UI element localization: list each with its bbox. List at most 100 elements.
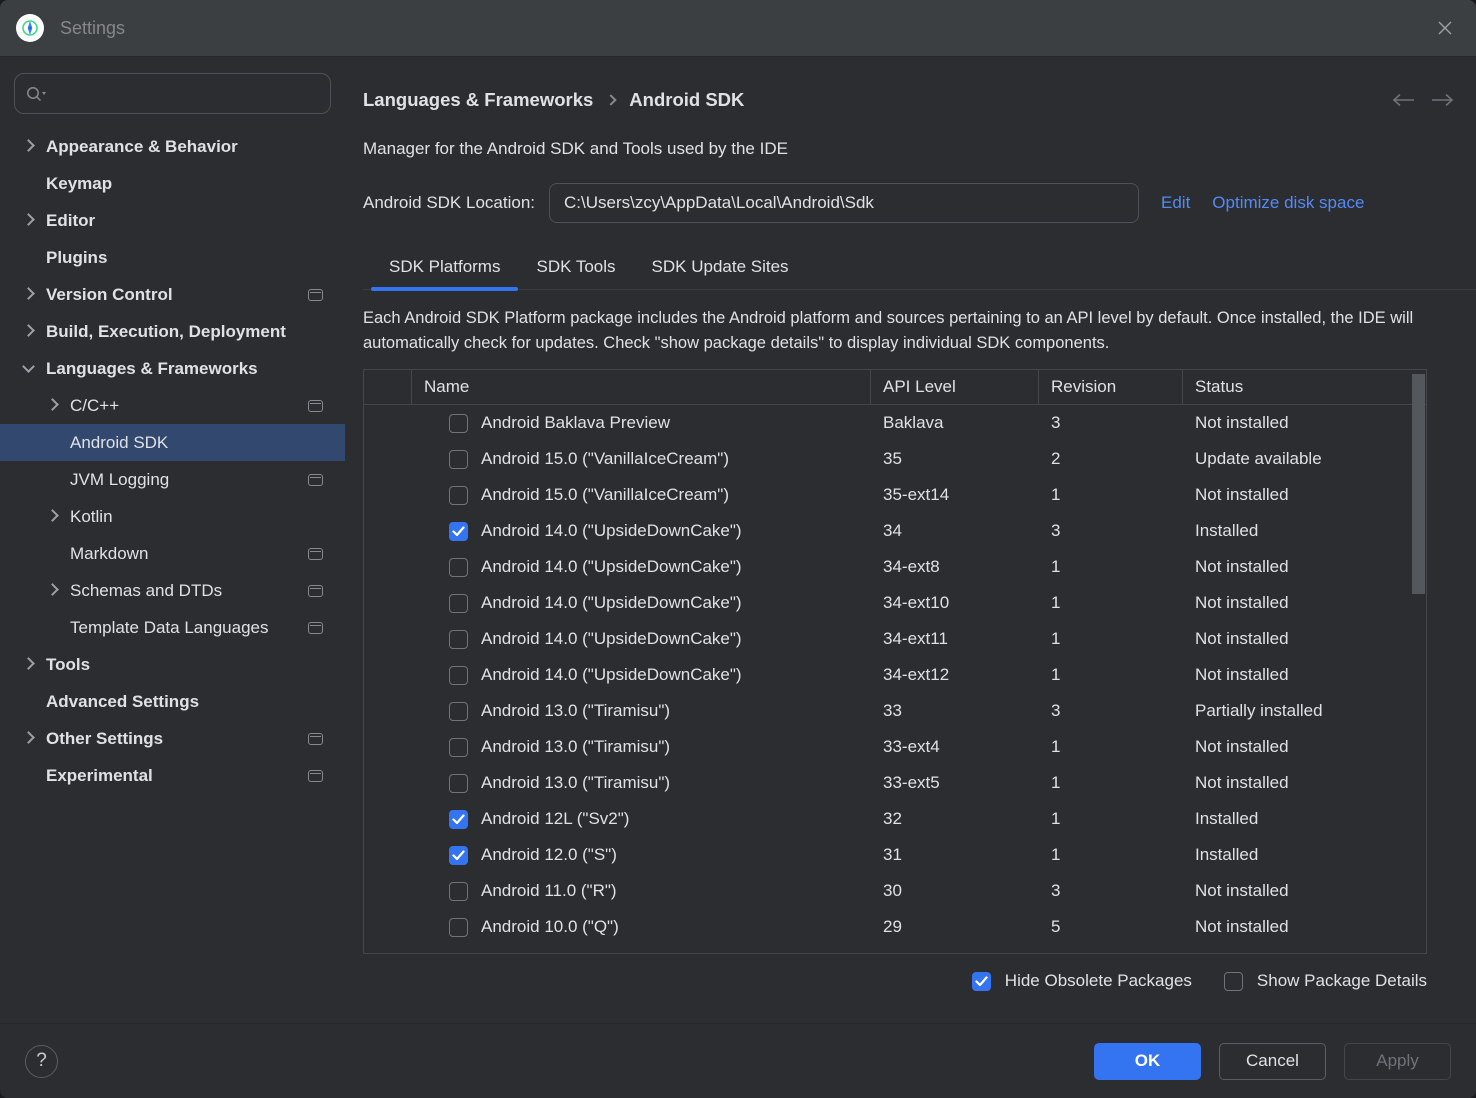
back-arrow-icon[interactable] <box>1390 92 1416 108</box>
chevron-icon <box>46 583 59 596</box>
table-row[interactable]: Android 14.0 ("UpsideDownCake") 34-ext8 … <box>364 549 1426 585</box>
sidebar-item-label: Experimental <box>46 766 153 786</box>
table-body: Android Baklava Preview Baklava 3 Not in… <box>364 405 1426 953</box>
edit-link[interactable]: Edit <box>1161 193 1190 213</box>
row-checkbox[interactable] <box>449 450 468 469</box>
package-name: Android 14.0 ("UpsideDownCake") <box>481 521 742 541</box>
sidebar-item[interactable]: Languages & Frameworks <box>0 350 345 387</box>
sidebar-item[interactable]: Kotlin <box>0 498 345 535</box>
sidebar-item[interactable]: Schemas and DTDs <box>0 572 345 609</box>
optimize-disk-space-link[interactable]: Optimize disk space <box>1212 193 1364 213</box>
close-icon[interactable] <box>1430 13 1460 43</box>
status-value: Not installed <box>1183 485 1426 505</box>
dialog-button-bar: ? OK Cancel Apply <box>0 1023 1476 1098</box>
row-checkbox[interactable] <box>449 630 468 649</box>
table-row[interactable]: Android 15.0 ("VanillaIceCream") 35-ext1… <box>364 477 1426 513</box>
revision-value: 3 <box>1039 881 1183 901</box>
per-project-icon <box>308 622 323 634</box>
per-project-icon <box>308 548 323 560</box>
help-icon[interactable]: ? <box>25 1045 58 1078</box>
tab[interactable]: SDK Update Sites <box>634 249 807 289</box>
row-checkbox[interactable] <box>449 738 468 757</box>
table-row[interactable]: Android 15.0 ("VanillaIceCream") 35 2 Up… <box>364 441 1426 477</box>
show-details-option[interactable]: Show Package Details <box>1224 971 1427 991</box>
column-revision[interactable]: Revision <box>1039 370 1183 404</box>
row-checkbox[interactable] <box>449 810 468 829</box>
settings-nav: Appearance & Behavior Keymap Editor Plug… <box>0 128 345 794</box>
row-checkbox[interactable] <box>449 882 468 901</box>
row-checkbox[interactable] <box>449 702 468 721</box>
revision-value: 5 <box>1039 917 1183 937</box>
sidebar-item[interactable]: Build, Execution, Deployment <box>0 313 345 350</box>
sidebar-item-label: Editor <box>46 211 95 231</box>
row-checkbox[interactable] <box>449 774 468 793</box>
column-api-level[interactable]: API Level <box>871 370 1039 404</box>
hide-obsolete-label: Hide Obsolete Packages <box>1005 971 1192 991</box>
table-row[interactable]: Android Baklava Preview Baklava 3 Not in… <box>364 405 1426 441</box>
api-level-value: 33-ext5 <box>871 773 1039 793</box>
tab-label: SDK Tools <box>536 257 615 276</box>
revision-value: 3 <box>1039 521 1183 541</box>
ok-button[interactable]: OK <box>1094 1043 1201 1080</box>
row-checkbox[interactable] <box>449 666 468 685</box>
hide-obsolete-option[interactable]: Hide Obsolete Packages <box>972 971 1192 991</box>
sdk-location-input[interactable] <box>549 183 1139 223</box>
sidebar-item[interactable]: Version Control <box>0 276 345 313</box>
table-row[interactable]: Android 13.0 ("Tiramisu") 33 3 Partially… <box>364 693 1426 729</box>
table-scrollbar[interactable] <box>1412 374 1425 594</box>
table-row[interactable]: Android 12.0 ("S") 31 1 Installed <box>364 837 1426 873</box>
column-status[interactable]: Status <box>1183 370 1426 404</box>
sidebar-item[interactable]: Other Settings <box>0 720 345 757</box>
sidebar-item[interactable]: JVM Logging <box>0 461 345 498</box>
table-row[interactable] <box>364 945 1426 953</box>
package-name: Android 13.0 ("Tiramisu") <box>481 773 670 793</box>
cancel-button[interactable]: Cancel <box>1219 1043 1326 1080</box>
row-checkbox[interactable] <box>449 414 468 433</box>
status-value: Not installed <box>1183 917 1426 937</box>
sidebar-item[interactable]: Appearance & Behavior <box>0 128 345 165</box>
table-row[interactable]: Android 12L ("Sv2") 32 1 Installed <box>364 801 1426 837</box>
sidebar-item[interactable]: Plugins <box>0 239 345 276</box>
row-checkbox[interactable] <box>449 558 468 577</box>
sidebar-item[interactable]: Markdown <box>0 535 345 572</box>
sidebar-item[interactable]: Android SDK <box>0 424 345 461</box>
sidebar-item[interactable]: Experimental <box>0 757 345 794</box>
row-checkbox[interactable] <box>449 918 468 937</box>
apply-button[interactable]: Apply <box>1344 1043 1451 1080</box>
search-input[interactable] <box>14 73 331 114</box>
sidebar-item[interactable]: Keymap <box>0 165 345 202</box>
tab[interactable]: SDK Tools <box>518 249 633 289</box>
sidebar-item[interactable]: Template Data Languages <box>0 609 345 646</box>
sidebar-item-label: Plugins <box>46 248 107 268</box>
sidebar-item[interactable]: Editor <box>0 202 345 239</box>
table-row[interactable]: Android 10.0 ("Q") 29 5 Not installed <box>364 909 1426 945</box>
row-checkbox[interactable] <box>449 594 468 613</box>
table-row[interactable]: Android 14.0 ("UpsideDownCake") 34 3 Ins… <box>364 513 1426 549</box>
tab-label: SDK Platforms <box>389 257 500 276</box>
table-row[interactable]: Android 11.0 ("R") 30 3 Not installed <box>364 873 1426 909</box>
tab[interactable]: SDK Platforms <box>371 249 518 289</box>
table-row[interactable]: Android 13.0 ("Tiramisu") 33-ext5 1 Not … <box>364 765 1426 801</box>
forward-arrow-icon[interactable] <box>1430 92 1456 108</box>
sidebar-item[interactable]: Advanced Settings <box>0 683 345 720</box>
status-value: Installed <box>1183 845 1426 865</box>
row-checkbox[interactable] <box>449 486 468 505</box>
table-row[interactable]: Android 14.0 ("UpsideDownCake") 34-ext12… <box>364 657 1426 693</box>
chevron-icon <box>22 657 35 670</box>
breadcrumb-parent[interactable]: Languages & Frameworks <box>363 89 593 111</box>
tab-label: SDK Update Sites <box>652 257 789 276</box>
chevron-icon <box>46 398 59 411</box>
sidebar-item[interactable]: Tools <box>0 646 345 683</box>
column-name[interactable]: Name <box>412 370 871 404</box>
row-checkbox[interactable] <box>449 522 468 541</box>
sidebar-item[interactable]: C/C++ <box>0 387 345 424</box>
sidebar-item-label: Markdown <box>70 544 148 564</box>
table-row[interactable]: Android 14.0 ("UpsideDownCake") 34-ext11… <box>364 621 1426 657</box>
status-value: Partially installed <box>1183 701 1426 721</box>
hide-obsolete-checkbox[interactable] <box>972 972 991 991</box>
chevron-icon <box>46 509 59 522</box>
table-row[interactable]: Android 14.0 ("UpsideDownCake") 34-ext10… <box>364 585 1426 621</box>
table-row[interactable]: Android 13.0 ("Tiramisu") 33-ext4 1 Not … <box>364 729 1426 765</box>
show-package-details-checkbox[interactable] <box>1224 972 1243 991</box>
row-checkbox[interactable] <box>449 846 468 865</box>
